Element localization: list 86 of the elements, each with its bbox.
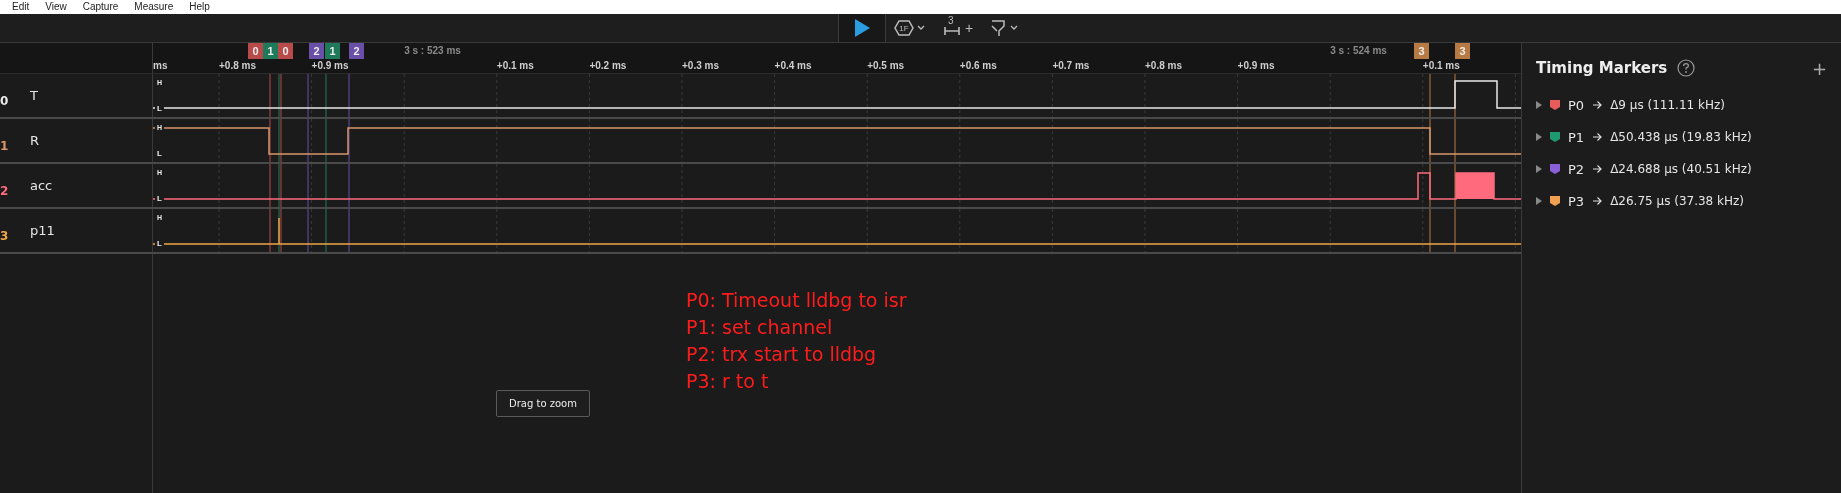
time-label: +0.3 ms: [682, 60, 719, 71]
marker-name: P0: [1568, 97, 1585, 113]
menu-item[interactable]: Help: [189, 1, 210, 13]
time-label: +0.2 ms: [589, 60, 627, 71]
marker-name: P1: [1568, 129, 1585, 145]
time-label: +0.8 ms: [219, 60, 256, 71]
marker-line: [1454, 119, 1456, 162]
time-label: +0.7 ms: [1052, 60, 1090, 71]
channel-name[interactable]: R: [30, 133, 40, 148]
channel-name[interactable]: acc: [30, 178, 53, 193]
marker-line: [307, 209, 309, 252]
marker-line: [348, 164, 350, 207]
marker-line: [325, 209, 327, 252]
arrow-icon: [1592, 100, 1603, 110]
expand-caret-icon[interactable]: [1536, 133, 1542, 141]
signal-burst: [1456, 173, 1494, 199]
marker-line: [348, 119, 350, 162]
panel-title: Timing Markers: [1536, 59, 1668, 77]
marker-delta: Δ24.688 μs (40.51 kHz): [1610, 162, 1752, 176]
expand-caret-icon[interactable]: [1536, 101, 1542, 109]
trigger-button[interactable]: 1F: [886, 14, 936, 42]
arrow-icon: [1592, 164, 1603, 174]
low-label: L: [155, 239, 164, 248]
marker-line: [269, 164, 271, 207]
time-label: +0.8 ms: [1145, 60, 1182, 71]
low-label: L: [155, 149, 164, 158]
marker-flag[interactable]: 2: [309, 43, 324, 59]
time-label: ms: [153, 60, 168, 71]
marker-line: [1454, 209, 1456, 252]
marker-line: [1429, 74, 1431, 117]
marker-flag[interactable]: 0: [248, 43, 263, 59]
marker-name: P3: [1568, 193, 1585, 209]
marker-line: [307, 164, 309, 207]
menu-item[interactable]: View: [45, 1, 67, 13]
marker-line: [307, 74, 309, 117]
marker-name: P2: [1568, 161, 1585, 177]
time-label: 3 s : 523 ms: [404, 45, 461, 56]
arrow-icon: [1592, 196, 1603, 206]
ruler-icon: [944, 26, 960, 36]
time-label: +0.9 ms: [1237, 60, 1275, 71]
play-icon: [853, 18, 871, 38]
marker-line: [325, 119, 327, 162]
menu-item[interactable]: Edit: [12, 1, 30, 13]
marker-line: [307, 119, 309, 162]
menu-item[interactable]: Capture: [82, 1, 119, 13]
marker-line: [1454, 164, 1456, 207]
marker-line: [269, 209, 271, 252]
channel-number: 1: [0, 138, 8, 153]
play-button[interactable]: [838, 14, 886, 42]
channel-number: 2: [0, 183, 8, 198]
menu-item[interactable]: Measure: [134, 1, 174, 13]
marker-delta: Δ26.75 μs (37.38 kHz): [1610, 194, 1744, 208]
add-marker-button[interactable]: +: [1811, 57, 1827, 79]
expand-caret-icon[interactable]: [1536, 197, 1542, 205]
drag-to-zoom-button[interactable]: Drag to zoom: [496, 390, 590, 417]
marker-delta: Δ9 μs (111.11 kHz): [1610, 98, 1725, 112]
channel-number: 3: [0, 228, 8, 243]
channel-name[interactable]: p11: [30, 223, 55, 238]
help-icon[interactable]: [1677, 59, 1696, 77]
marker-flag[interactable]: 0: [278, 43, 293, 59]
marker-flag[interactable]: 2: [349, 43, 364, 59]
expand-caret-icon[interactable]: [1536, 165, 1542, 173]
marker-delta: Δ50.438 μs (19.83 kHz): [1610, 130, 1752, 144]
time-label: +0.4 ms: [774, 60, 812, 71]
marker-line: [325, 164, 327, 207]
marker-line: [269, 74, 271, 117]
low-label: L: [155, 194, 164, 203]
channel-name[interactable]: T: [30, 88, 38, 103]
time-label: +0.1 ms: [1422, 60, 1460, 71]
marker-line: [348, 209, 350, 252]
marker-line: [1429, 209, 1431, 252]
marker-line: [269, 119, 271, 162]
time-label: 3 s : 524 ms: [1330, 45, 1387, 56]
marker-line: [348, 74, 350, 117]
marker-flag[interactable]: 1: [325, 43, 340, 59]
time-label: +0.6 ms: [959, 60, 997, 71]
marker-line: [325, 74, 327, 117]
time-label: +0.1 ms: [496, 60, 534, 71]
annotation-text: P0: Timeout lldbg to isr P1: set channel P2: trx start to lldbg P3: r to t: [686, 288, 907, 394]
add-measurement-button[interactable]: 3 +: [936, 14, 982, 42]
low-label: L: [155, 104, 164, 113]
channel-number: 0: [0, 93, 8, 108]
arrow-icon: [1592, 132, 1603, 142]
time-label: +0.5 ms: [867, 60, 905, 71]
time-label: +0.9 ms: [311, 60, 349, 71]
marker-flag[interactable]: 1: [263, 43, 278, 59]
